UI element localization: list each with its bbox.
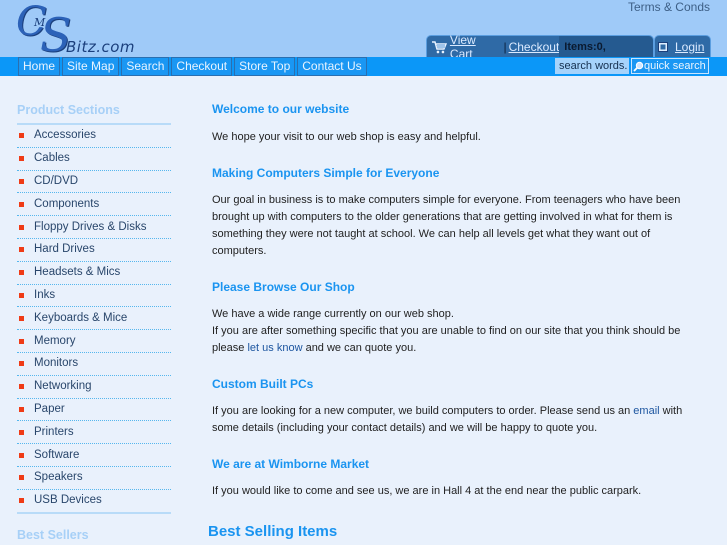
bullet-icon (19, 338, 24, 344)
section-text: If you would like to come and see us, we… (212, 485, 642, 497)
sidebar-item-accessories[interactable]: Accessories (17, 125, 171, 148)
terms-link[interactable]: Terms & Conds (628, 0, 710, 14)
sidebar-item-label[interactable]: Paper (34, 399, 65, 420)
bullet-icon (19, 361, 24, 367)
nav-store-top[interactable]: Store Top (234, 57, 296, 76)
sidebar-item-memory[interactable]: Memory (17, 330, 171, 353)
bullet-icon (19, 498, 24, 504)
text-line: If you are looking for a new computer, w… (212, 405, 634, 417)
nav-menu: Home Site Map Search Checkout Store Top … (18, 57, 369, 76)
sidebar-item-label[interactable]: Printers (34, 422, 74, 443)
sidebar-item-usb-devices[interactable]: USB Devices (17, 490, 171, 514)
sidebar-item-label[interactable]: Memory (34, 331, 76, 352)
bullet-icon (19, 452, 24, 458)
logo-text: Bitz.com (66, 38, 136, 56)
sidebar-item-headsets[interactable]: Headsets & Mics (17, 262, 171, 285)
sidebar-item-keyboards[interactable]: Keyboards & Mice (17, 307, 171, 331)
search-icon (633, 61, 644, 72)
sidebar-item-software[interactable]: Software (17, 444, 171, 467)
section-heading: Please Browse Our Shop (212, 280, 355, 294)
section-text: We have a wide range currently on our we… (212, 306, 692, 357)
let-us-know-link[interactable]: let us know (247, 342, 302, 354)
site-header: C M S Bitz.com Terms & Conds View Cart |… (0, 0, 727, 75)
sidebar-item-label[interactable]: Cables (34, 148, 70, 169)
sidebar-item-label[interactable]: Headsets & Mics (34, 262, 120, 283)
sidebar-item-paper[interactable]: Paper (17, 399, 171, 422)
sidebar-item-label[interactable]: Accessories (34, 125, 96, 146)
checkout-link[interactable]: Checkout (509, 40, 560, 54)
bullet-icon (19, 224, 24, 230)
sidebar-item-cd-dvd[interactable]: CD/DVD (17, 171, 171, 194)
nav-site-map[interactable]: Site Map (62, 57, 120, 76)
search-input[interactable]: search words. (555, 58, 630, 74)
nav-contact-us[interactable]: Contact Us (297, 57, 367, 76)
best-selling-title: Best Selling Items (208, 523, 338, 540)
section-text: We hope your visit to our web shop is ea… (212, 131, 481, 143)
nav-home[interactable]: Home (18, 57, 61, 76)
nav-search[interactable]: Search (121, 57, 170, 76)
login-link[interactable]: Login (675, 40, 704, 54)
bullet-icon (19, 429, 24, 435)
quick-search-button[interactable]: quick search (631, 58, 709, 74)
cart-summary: Items:0, Value:0 (559, 36, 653, 75)
sidebar-item-cables[interactable]: Cables (17, 148, 171, 171)
login-icon (658, 42, 668, 52)
product-sections-list: Accessories Cables CD/DVD Components Flo… (17, 125, 171, 514)
bullet-icon (19, 384, 24, 390)
quick-search-label: quick search (644, 60, 706, 72)
section-heading: Making Computers Simple for Everyone (212, 166, 440, 180)
cart-icon (431, 41, 447, 54)
sidebar-item-label[interactable]: Components (34, 194, 99, 215)
cart-separator: | (503, 40, 507, 54)
login-panel: Login (654, 35, 711, 58)
sidebar-item-printers[interactable]: Printers (17, 421, 171, 445)
product-sections-title: Product Sections (17, 103, 120, 117)
section-heading: Welcome to our website (212, 102, 350, 116)
sidebar-item-label[interactable]: Speakers (34, 467, 83, 488)
sidebar-item-networking[interactable]: Networking (17, 376, 171, 399)
sidebar-item-monitors[interactable]: Monitors (17, 353, 171, 376)
sidebar-item-speakers[interactable]: Speakers (17, 467, 171, 490)
sidebar-item-components[interactable]: Components (17, 193, 171, 217)
email-link[interactable]: email (633, 405, 659, 417)
cart-panel: View Cart | Checkout Items:0, Value:0 (426, 33, 654, 75)
sidebar-item-label[interactable]: Hard Drives (34, 239, 95, 260)
bullet-icon (19, 270, 24, 276)
bullet-icon (19, 178, 24, 184)
site-logo[interactable]: C M S Bitz.com (16, 2, 136, 58)
bullet-icon (19, 156, 24, 162)
bullet-icon (19, 315, 24, 321)
sidebar-item-label[interactable]: CD/DVD (34, 171, 78, 192)
section-heading: Custom Built PCs (212, 377, 314, 391)
sidebar-item-hard-drives[interactable]: Hard Drives (17, 239, 171, 262)
sidebar-item-label[interactable]: Floppy Drives & Disks (34, 217, 146, 238)
bullet-icon (19, 247, 24, 253)
main-content: Welcome to our website We hope your visi… (212, 98, 692, 500)
nav-checkout[interactable]: Checkout (171, 57, 233, 76)
bullet-icon (19, 406, 24, 412)
bullet-icon (19, 133, 24, 139)
sidebar-item-label[interactable]: Keyboards & Mice (34, 308, 127, 329)
sidebar-item-label[interactable]: USB Devices (34, 490, 102, 511)
section-text: If you are looking for a new computer, w… (212, 403, 692, 437)
sidebar-item-inks[interactable]: Inks (17, 285, 171, 308)
text-line: and we can quote you. (302, 342, 417, 354)
sidebar-item-label[interactable]: Networking (34, 376, 92, 397)
sidebar-item-label[interactable]: Inks (34, 285, 55, 306)
sidebar-item-label[interactable]: Monitors (34, 353, 78, 374)
bullet-icon (19, 201, 24, 207)
section-heading: We are at Wimborne Market (212, 457, 370, 471)
best-sellers-title: Best Sellers (17, 528, 89, 542)
bullet-icon (19, 475, 24, 481)
text-line: We have a wide range currently on our we… (212, 308, 454, 320)
sidebar: Product Sections Accessories Cables CD/D… (17, 100, 171, 514)
sidebar-item-label[interactable]: Software (34, 445, 79, 466)
bullet-icon (19, 292, 24, 298)
sidebar-item-floppy-drives[interactable]: Floppy Drives & Disks (17, 216, 171, 239)
section-text: Our goal in business is to make computer… (212, 194, 681, 257)
